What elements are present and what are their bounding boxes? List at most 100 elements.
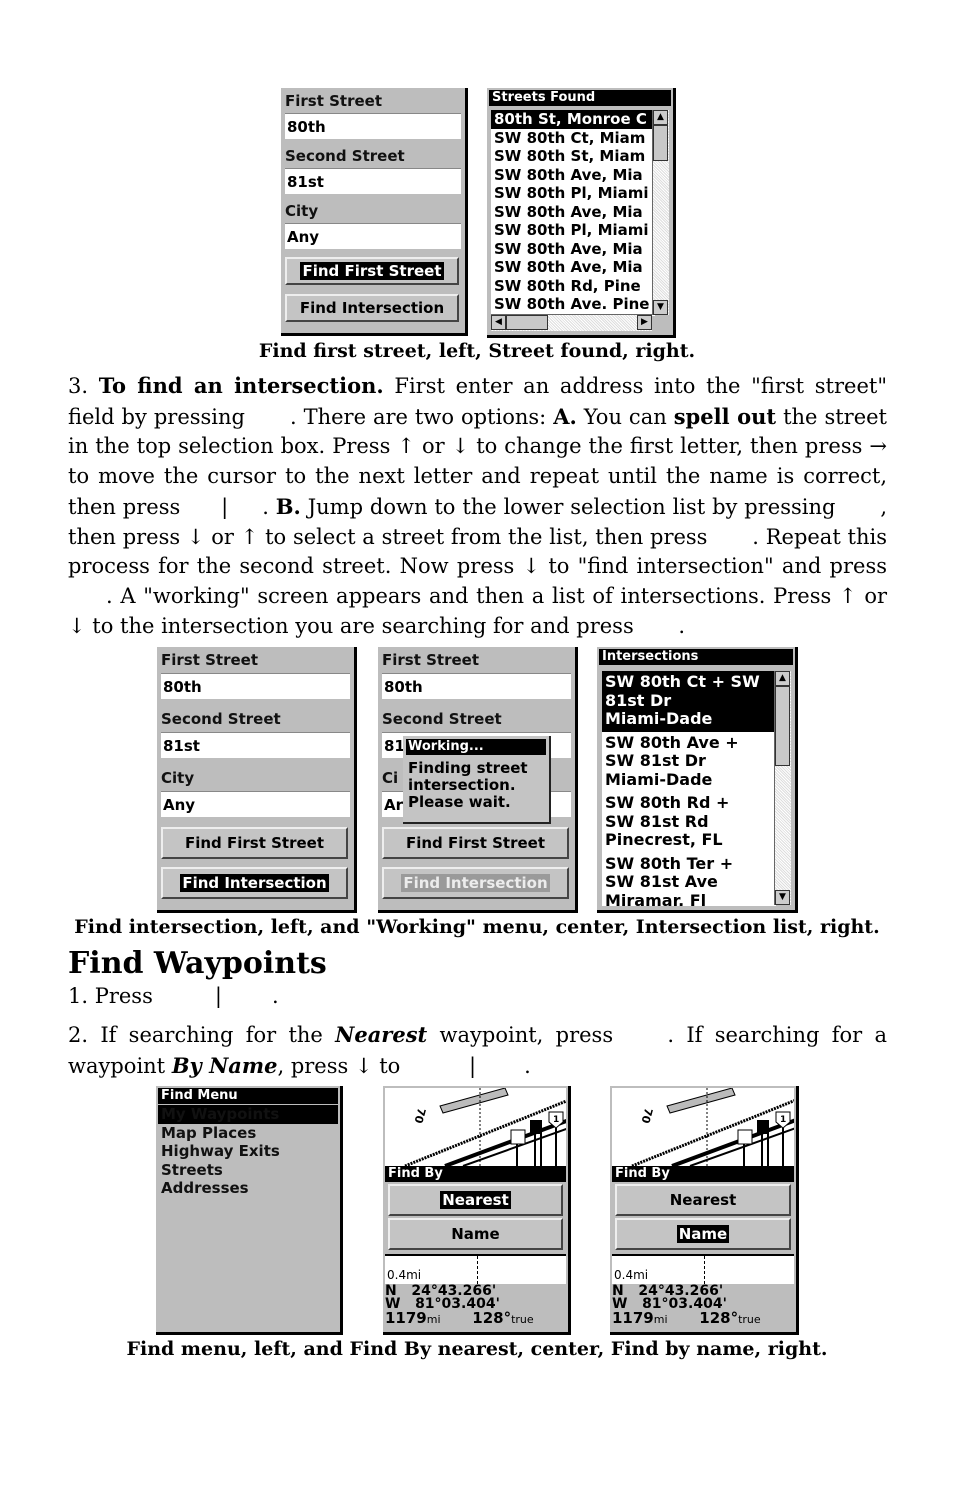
intersection-line: SW 81st Dr (605, 751, 706, 770)
nearest-button[interactable]: Nearest (388, 1184, 563, 1216)
intersection-line: Miramar, Fl (605, 890, 707, 906)
intersection-list-item[interactable]: SW 80th Ave + SW 81st Dr Miami-Dade (602, 732, 776, 793)
streets-found-screen: Streets Found 80th St, Monroe C SW 80th C… (487, 88, 676, 338)
dialog-line: Please wait. (408, 793, 511, 811)
street-list-item[interactable]: SW 80th Ave, Mia (491, 203, 655, 222)
scroll-up-icon[interactable]: ▲ (775, 671, 790, 686)
find-menu-title: Find Menu (158, 1088, 338, 1104)
map-graphic: 70 1 (631, 1088, 794, 1166)
first-street-field[interactable]: 80th (161, 673, 350, 699)
vertical-scrollbar[interactable]: ▲ ▼ (652, 110, 669, 315)
scroll-up-icon[interactable]: ▲ (653, 110, 668, 125)
step-title: To find an intersection. (98, 373, 384, 398)
name-button[interactable]: Name (615, 1218, 791, 1250)
name-label: Name (451, 1225, 500, 1243)
map-view[interactable]: 70 1 (385, 1088, 566, 1166)
separator: | (221, 494, 229, 519)
scale-label: 0.4mi (614, 1268, 649, 1282)
section-heading: Find Waypoints (68, 946, 327, 981)
vertical-scrollbar[interactable]: ▲ ▼ (774, 671, 791, 905)
h-scroll-thumb[interactable] (506, 315, 548, 330)
street-list-item[interactable]: SW 80th Pl, Miami (491, 184, 655, 203)
street-list-item[interactable]: SW 80th Ave. Pine (491, 295, 655, 314)
scroll-left-icon[interactable]: ◀ (491, 315, 506, 330)
second-street-field[interactable]: 81st (161, 732, 350, 758)
second-street-field[interactable]: 81st (285, 168, 461, 194)
poi-icon (510, 1129, 526, 1145)
find-first-street-button[interactable]: Find First Street (285, 257, 459, 285)
intersection-line: Miami-Dade (605, 769, 713, 789)
step3-paragraph: 3. To find an intersection. First enter … (68, 371, 887, 641)
dialog-message: Finding street intersection. Please wait… (408, 760, 528, 811)
street-list-item[interactable]: SW 80th Pl, Miami (491, 221, 655, 240)
intersections-title: Intersections (599, 649, 793, 665)
scroll-thumb[interactable] (775, 686, 790, 766)
find-intersection-button[interactable]: Find Intersection (382, 867, 569, 899)
find-first-street-label: Find First Street (184, 834, 325, 852)
street-list-item[interactable]: SW 80th Rd, Pine (491, 277, 655, 296)
find-menu-item[interactable]: Addresses (158, 1179, 338, 1198)
scroll-down-icon[interactable]: ▼ (653, 300, 668, 315)
spell-out-bold: spell out (673, 403, 777, 429)
street-list-item[interactable]: SW 80th St, Miam (491, 147, 655, 166)
poi-icon (737, 1129, 753, 1145)
horizontal-scrollbar[interactable]: ◀ ▶ (491, 314, 652, 331)
bearing-unit: true (511, 1313, 534, 1326)
scale-bar: 0.4mi (612, 1254, 794, 1284)
find-intersection-button[interactable]: Find Intersection (285, 294, 459, 322)
scale-label: 0.4mi (387, 1268, 422, 1282)
city-field[interactable]: Any (161, 791, 350, 817)
find-first-street-label: Find First Street (300, 262, 444, 280)
intersection-list-item[interactable]: SW 80th Ct + SW 81st Dr Miami-Dade (602, 671, 776, 732)
find-menu-item[interactable]: Highway Exits (158, 1142, 338, 1161)
street-list-item[interactable]: SW 80th Ct, Miam (491, 129, 655, 148)
intersection-list-item[interactable]: SW 80th Rd + SW 81st Rd Pinecrest, FL (602, 792, 776, 853)
street-list-item[interactable]: SW 80th Ave, Mia (491, 166, 655, 185)
text: . (271, 984, 279, 1008)
find-by-nearest-screen: 70 1 Find By Nearest Name 0.4mi N 24°43.… (383, 1086, 571, 1335)
step1-text: 1. Press |. (68, 984, 279, 1008)
intersections-list: SW 80th Ct + SW 81st Dr Miami-Dade SW 80th … (602, 671, 776, 906)
find-intersection-button[interactable]: Find Intersection (161, 867, 348, 899)
nearest-button[interactable]: Nearest (615, 1184, 791, 1216)
find-first-street-button[interactable]: Find First Street (382, 827, 569, 859)
find-menu-item[interactable]: My Waypoints (158, 1105, 338, 1124)
find-menu-list: My Waypoints Map Places Highway Exits Stree… (158, 1105, 338, 1198)
figure1-caption: Find first street, left, Street found, r… (258, 340, 696, 362)
highway-line (444, 1118, 566, 1166)
text: Jump down to the lower selection list by… (300, 494, 843, 519)
text: . (678, 613, 686, 638)
find-menu-item[interactable]: Map Places (158, 1124, 338, 1143)
map-view[interactable]: 70 1 (612, 1088, 794, 1166)
road-segment (439, 1088, 509, 1114)
cursor-line (704, 1256, 705, 1284)
first-street-field[interactable]: 80th (382, 673, 571, 699)
scroll-right-icon[interactable]: ▶ (637, 315, 652, 330)
intersection-line: SW 80th Ct + SW (605, 672, 760, 691)
find-menu-item[interactable]: Streets (158, 1161, 338, 1180)
shield-number: 1 (780, 1115, 786, 1125)
intersection-line: Miami-Dade (605, 709, 713, 728)
street-list-item[interactable]: SW 80th Ave, Mia (491, 258, 655, 277)
street-list-item[interactable]: SW 80th Ave, Mia (491, 240, 655, 259)
nearest-label: Nearest (669, 1191, 737, 1209)
first-street-field[interactable]: 80th (285, 113, 461, 139)
restaurant-icon (530, 1120, 542, 1134)
map-graphic: 70 1 (404, 1088, 566, 1166)
find-intersection-screen: First Street 80th Second Street 81st Cit… (157, 647, 357, 913)
distance-unit: mi (653, 1313, 668, 1326)
find-first-street-button[interactable]: Find First Street (161, 827, 348, 859)
city-field[interactable]: Any (285, 223, 461, 249)
name-button[interactable]: Name (388, 1218, 563, 1250)
intersection-list-item[interactable]: SW 80th Ter + SW 81st Ave Miramar, Fl (602, 853, 776, 906)
street-list-item[interactable]: 80th St, Monroe C (491, 110, 655, 129)
city-label: Ci (382, 769, 399, 787)
scroll-thumb[interactable] (653, 125, 668, 161)
intersection-line: SW 81st Ave (605, 872, 718, 891)
restaurant-icon (757, 1120, 769, 1134)
cursor-line (477, 1256, 478, 1284)
text: 2. If searching for the (68, 1023, 336, 1047)
scroll-down-icon[interactable]: ▼ (775, 890, 790, 905)
text: . There are two options: (289, 404, 554, 429)
city-label: City (285, 202, 319, 220)
